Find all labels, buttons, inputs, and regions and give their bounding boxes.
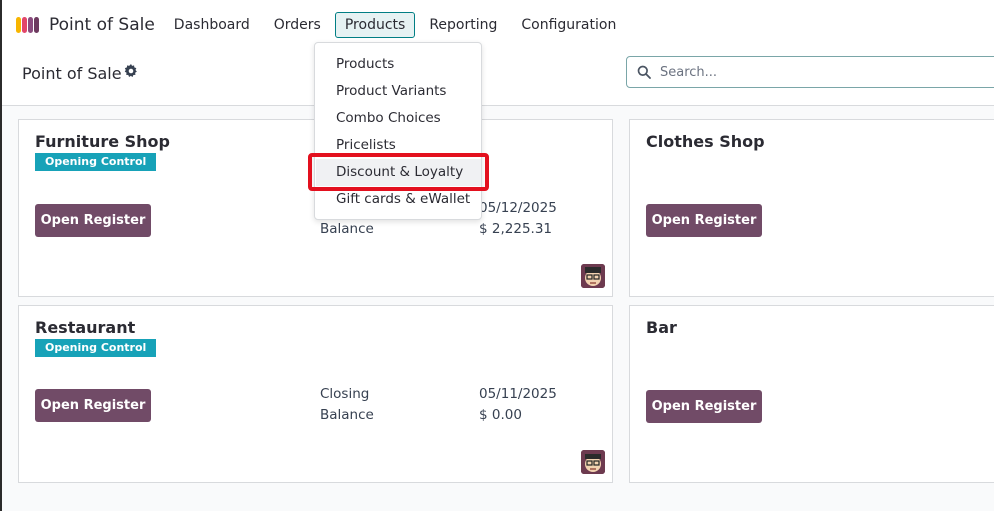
search-input[interactable] — [660, 64, 960, 80]
search-icon — [637, 65, 651, 79]
card-title[interactable]: Bar — [646, 318, 677, 337]
page-title: Point of Sale — [22, 64, 122, 83]
open-register-button[interactable]: Open Register — [646, 390, 762, 423]
nav-dashboard[interactable]: Dashboard — [164, 12, 260, 38]
menu-item-pricelists[interactable]: Pricelists — [316, 132, 481, 159]
products-dropdown-menu: Products Product Variants Combo Choices … — [314, 42, 482, 220]
closing-date: 05/12/2025 — [479, 200, 557, 216]
menu-item-discount-loyalty[interactable]: Discount & Loyalty — [316, 159, 481, 186]
pos-card-restaurant: Restaurant Opening Control Open Register… — [18, 305, 613, 483]
user-avatar-icon[interactable] — [581, 450, 605, 474]
nav-configuration[interactable]: Configuration — [511, 12, 626, 38]
open-register-button[interactable]: Open Register — [646, 204, 762, 237]
menu-item-combo-choices[interactable]: Combo Choices — [316, 105, 481, 132]
nav-products[interactable]: Products — [334, 12, 416, 38]
balance-label: Balance — [320, 221, 374, 237]
pos-card-clothes-shop: Clothes Shop Open Register — [629, 119, 994, 297]
balance-value: $ 2,225.31 — [479, 221, 552, 237]
nav-reporting[interactable]: Reporting — [419, 12, 507, 38]
closing-label: Closing — [320, 386, 370, 402]
card-title[interactable]: Furniture Shop — [35, 132, 170, 151]
open-register-button[interactable]: Open Register — [35, 389, 151, 422]
nav-orders[interactable]: Orders — [264, 12, 331, 38]
app-name: Point of Sale — [49, 15, 155, 35]
control-panel: Point of Sale — [2, 50, 994, 106]
status-badge: Opening Control — [35, 339, 157, 357]
balance-value: $ 0.00 — [479, 407, 522, 423]
app-brand[interactable]: Point of Sale — [15, 15, 155, 35]
menu-item-product-variants[interactable]: Product Variants — [316, 78, 481, 105]
card-title[interactable]: Restaurant — [35, 318, 135, 337]
pos-logo-icon — [16, 17, 39, 33]
top-navbar: Point of Sale Dashboard Orders Products … — [2, 0, 994, 50]
menu-item-gift-cards-ewallet[interactable]: Gift cards & eWallet — [316, 186, 481, 213]
gear-icon[interactable] — [124, 64, 138, 78]
balance-label: Balance — [320, 407, 374, 423]
card-title[interactable]: Clothes Shop — [646, 132, 765, 151]
menu-item-products[interactable]: Products — [316, 51, 481, 78]
search-bar — [626, 56, 994, 88]
main-menu: Dashboard Orders Products Reporting Conf… — [162, 12, 629, 38]
pos-card-bar: Bar Open Register — [629, 305, 994, 483]
status-badge: Opening Control — [35, 153, 157, 171]
closing-date: 05/11/2025 — [479, 386, 557, 402]
open-register-button[interactable]: Open Register — [35, 204, 151, 237]
user-avatar-icon[interactable] — [581, 264, 605, 288]
